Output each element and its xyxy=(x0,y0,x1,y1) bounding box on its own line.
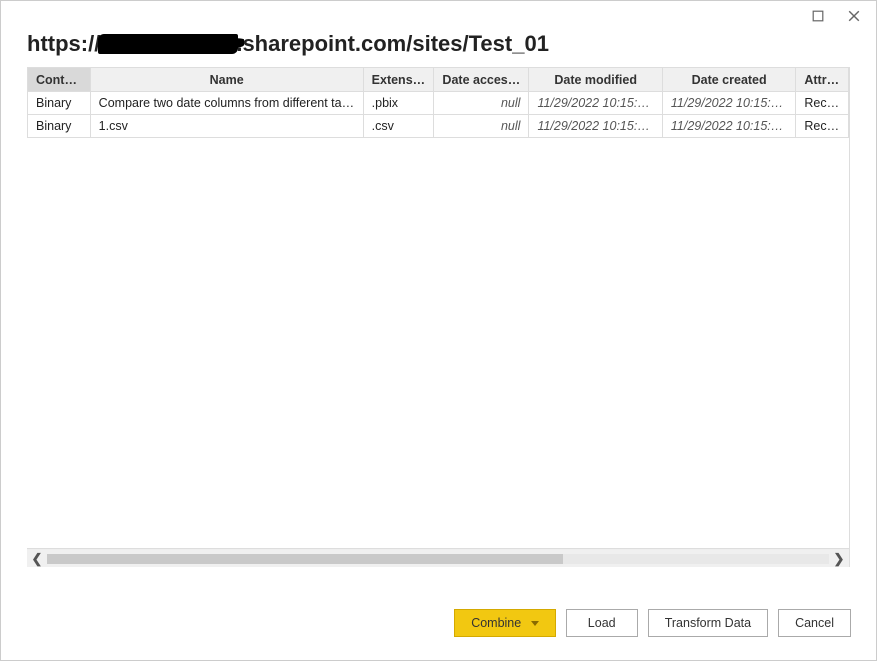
maximize-icon[interactable] xyxy=(802,4,834,28)
caret-down-icon xyxy=(531,621,539,626)
col-header-accessed[interactable]: Date accessed xyxy=(434,68,529,92)
combine-label: Combine xyxy=(471,616,521,630)
title-prefix: https:// xyxy=(27,31,100,57)
preview-table[interactable]: Content Name Extension Date accessed Dat… xyxy=(27,67,849,138)
cell-accessed: null xyxy=(434,115,529,138)
cell-ext: .pbix xyxy=(363,92,434,115)
col-header-modified[interactable]: Date modified xyxy=(529,68,662,92)
cell-created: 11/29/2022 10:15:27 AM xyxy=(662,92,795,115)
chevron-right-icon[interactable]: ❯ xyxy=(829,551,849,567)
redacted-segment xyxy=(98,34,238,54)
cancel-button[interactable]: Cancel xyxy=(778,609,851,637)
cell-attr: Record xyxy=(796,92,849,115)
cell-name: Compare two date columns from different … xyxy=(90,92,363,115)
combine-button[interactable]: Combine xyxy=(454,609,556,637)
cell-name: 1.csv xyxy=(90,115,363,138)
table-row[interactable]: Binary 1.csv .csv null 11/29/2022 10:15:… xyxy=(28,115,849,138)
scrollbar-thumb[interactable] xyxy=(47,554,563,564)
title-suffix: .sharepoint.com/sites/Test_01 xyxy=(236,31,549,57)
page-title: https:// .sharepoint.com/sites/Test_01 xyxy=(1,31,876,67)
col-header-name[interactable]: Name xyxy=(90,68,363,92)
cell-modified: 11/29/2022 10:15:27 AM xyxy=(529,92,662,115)
col-header-ext[interactable]: Extension xyxy=(363,68,434,92)
cell-content: Binary xyxy=(28,115,91,138)
cell-created: 11/29/2022 10:15:47 AM xyxy=(662,115,795,138)
cell-content: Binary xyxy=(28,92,91,115)
load-button[interactable]: Load xyxy=(566,609,638,637)
chevron-left-icon[interactable]: ❮ xyxy=(27,551,47,567)
horizontal-scrollbar[interactable]: ❮ ❯ xyxy=(27,549,849,567)
scrollbar-track[interactable] xyxy=(47,554,829,564)
cell-ext: .csv xyxy=(363,115,434,138)
col-header-content[interactable]: Content xyxy=(28,68,91,92)
table-row[interactable]: Binary Compare two date columns from dif… xyxy=(28,92,849,115)
titlebar xyxy=(1,1,876,31)
cell-attr: Record xyxy=(796,115,849,138)
dialog-buttons: Combine Load Transform Data Cancel xyxy=(454,609,851,637)
col-header-attr[interactable]: Attributes xyxy=(796,68,849,92)
cell-modified: 11/29/2022 10:15:47 AM xyxy=(529,115,662,138)
transform-button[interactable]: Transform Data xyxy=(648,609,768,637)
cell-accessed: null xyxy=(434,92,529,115)
col-header-created[interactable]: Date created xyxy=(662,68,795,92)
close-icon[interactable] xyxy=(838,4,870,28)
data-preview: Content Name Extension Date accessed Dat… xyxy=(27,67,850,567)
